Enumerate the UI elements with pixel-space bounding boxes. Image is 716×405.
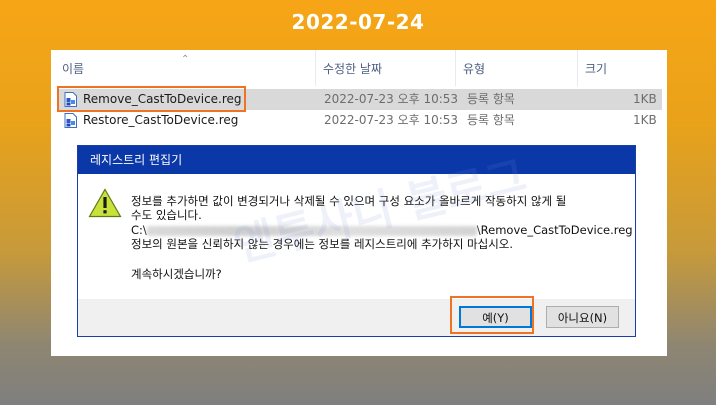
file-modified: 2022-07-23 오후 10:53: [324, 92, 459, 106]
registry-editor-dialog: 레지스트리 편집기 정보를 추가하면 값이 변경되거나 삭제될 수 있으며 구성…: [77, 145, 636, 337]
column-header-row: 이름 ⌃ 수정한 날짜 유형 크기: [51, 50, 667, 86]
dialog-title: 레지스트리 편집기: [78, 146, 635, 174]
message-line: 정보의 원본을 신뢰하지 않는 경우에는 정보를 레지스트리에 추가하지 마십시…: [131, 237, 514, 251]
file-type: 등록 항목: [467, 92, 515, 106]
warning-icon: [88, 188, 122, 218]
path-suffix: \Remove_CastToDevice.reg: [476, 223, 633, 237]
file-modified: 2022-07-23 오후 10:53: [324, 113, 459, 127]
path-prefix: C:\: [131, 223, 147, 237]
file-size: 1KB: [633, 92, 657, 106]
sort-ascending-icon: ⌃: [181, 54, 190, 65]
blurred-path: [146, 225, 477, 236]
no-button[interactable]: 아니요(N): [546, 306, 619, 328]
file-size: 1KB: [633, 113, 657, 127]
date-banner: 2022-07-24: [291, 10, 425, 34]
registry-file-icon: [64, 113, 77, 128]
file-row[interactable]: Restore_CastToDevice.reg 2022-07-23 오후 1…: [58, 110, 662, 131]
file-type: 등록 항목: [467, 113, 515, 127]
file-highlight-box: [57, 86, 246, 112]
yes-highlight-box: [450, 296, 534, 334]
column-modified[interactable]: 수정한 날짜: [315, 50, 455, 86]
column-size[interactable]: 크기: [577, 50, 657, 86]
dialog-button-bar: 예(Y) 아니요(N): [78, 299, 635, 336]
column-type[interactable]: 유형: [455, 50, 577, 86]
confirm-question: 계속하시겠습니까?: [131, 267, 222, 281]
file-name: Restore_CastToDevice.reg: [83, 113, 239, 127]
message-line: 수도 있습니다.: [131, 208, 202, 222]
